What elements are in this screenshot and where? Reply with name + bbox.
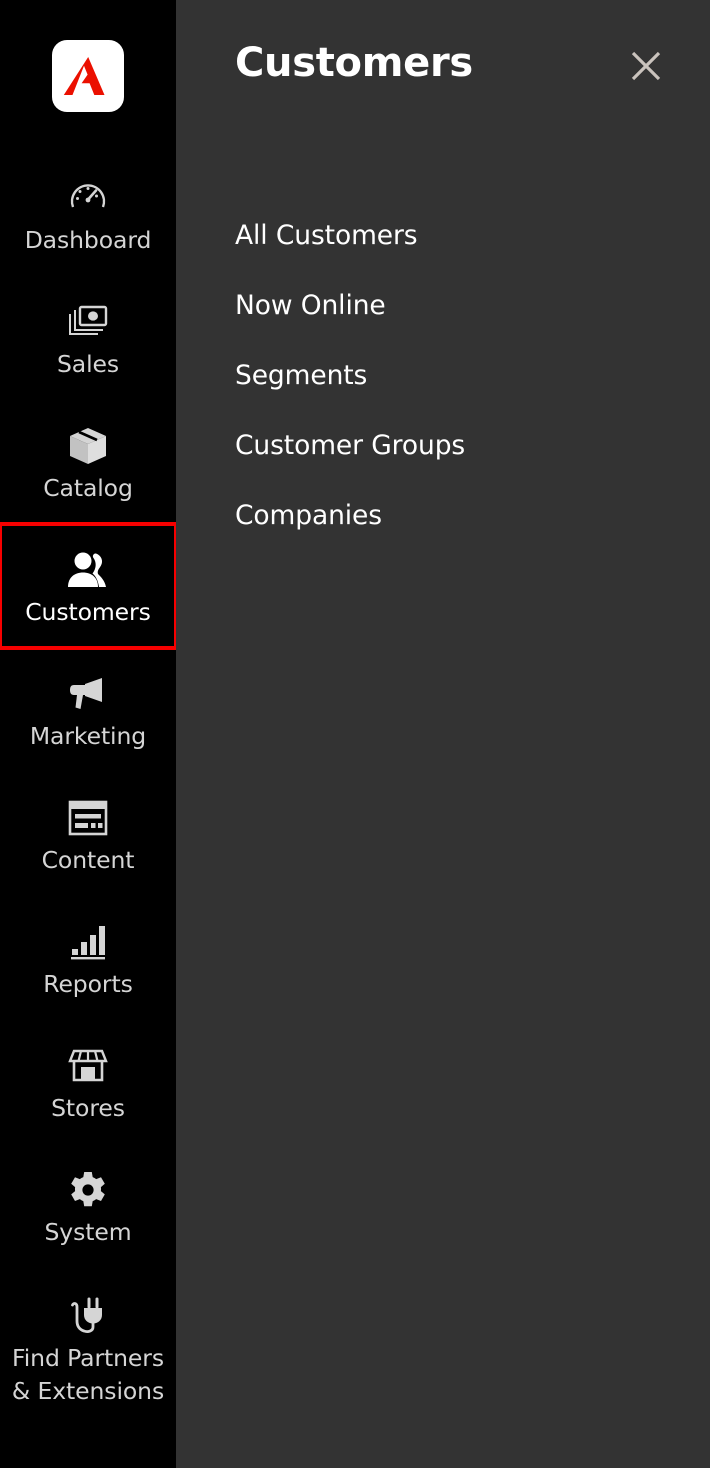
sidebar-item-label: Content (41, 846, 135, 874)
page-title: Customers (235, 40, 473, 86)
sidebar-item-label: Find Partners & Extensions (11, 1344, 165, 1405)
panel-header: Customers (176, 0, 710, 140)
sidebar-item-content[interactable]: Content (0, 772, 176, 896)
menu-item-now-online[interactable]: Now Online (235, 270, 690, 340)
menu-item-label: All Customers (235, 219, 418, 251)
sidebar-item-dashboard[interactable]: Dashboard (0, 152, 176, 276)
logo-container[interactable] (0, 0, 176, 152)
sidebar-item-label: Dashboard (24, 226, 152, 254)
sidebar-item-label: Reports (43, 970, 133, 998)
sidebar-item-label: Stores (51, 1094, 125, 1122)
sidebar-item-customers[interactable]: Customers (0, 522, 178, 650)
adobe-commerce-logo (52, 40, 124, 112)
sidebar-item-reports[interactable]: Reports (0, 896, 176, 1020)
sidebar-item-marketing[interactable]: Marketing (0, 648, 176, 772)
customers-menu-list: All Customers Now Online Segments Custom… (235, 200, 690, 550)
box-icon (67, 424, 109, 468)
sidebar-item-label: Marketing (29, 722, 147, 750)
sidebar-item-label: System (44, 1218, 132, 1246)
plug-icon (65, 1292, 111, 1336)
gear-icon (67, 1168, 109, 1212)
gauge-icon (68, 176, 108, 220)
menu-item-all-customers[interactable]: All Customers (235, 200, 690, 270)
users-icon (65, 548, 111, 592)
menu-item-label: Segments (235, 359, 368, 391)
close-icon[interactable] (624, 44, 668, 88)
sidebar-item-sales[interactable]: Sales (0, 276, 176, 400)
admin-menu-overlay: Dashboard Sales Catalog Customers Market… (0, 0, 710, 1468)
menu-item-customer-groups[interactable]: Customer Groups (235, 410, 690, 480)
bar-chart-icon (67, 920, 109, 964)
sidebar-nav-list: Dashboard Sales Catalog Customers Market… (0, 152, 178, 1418)
sidebar-item-label: Catalog (43, 474, 133, 502)
money-stack-icon (66, 300, 110, 344)
sidebar-item-system[interactable]: System (0, 1144, 176, 1268)
menu-item-label: Customer Groups (235, 429, 466, 461)
sidebar-item-catalog[interactable]: Catalog (0, 400, 176, 524)
menu-item-segments[interactable]: Segments (235, 340, 690, 410)
sidebar-item-label: Sales (56, 350, 120, 378)
customers-flyout-panel: Customers All Customers Now Online Segme… (176, 0, 710, 1468)
sidebar-item-find-partners-extensions[interactable]: Find Partners & Extensions (0, 1268, 176, 1418)
menu-item-label: Now Online (235, 289, 386, 321)
storefront-icon (66, 1044, 110, 1088)
megaphone-icon (66, 672, 110, 716)
sidebar-item-stores[interactable]: Stores (0, 1020, 176, 1144)
primary-sidebar: Dashboard Sales Catalog Customers Market… (0, 0, 178, 1468)
menu-item-companies[interactable]: Companies (235, 480, 690, 550)
sidebar-item-label: Customers (25, 598, 151, 626)
page-layout-icon (66, 796, 110, 840)
menu-item-label: Companies (235, 499, 382, 531)
